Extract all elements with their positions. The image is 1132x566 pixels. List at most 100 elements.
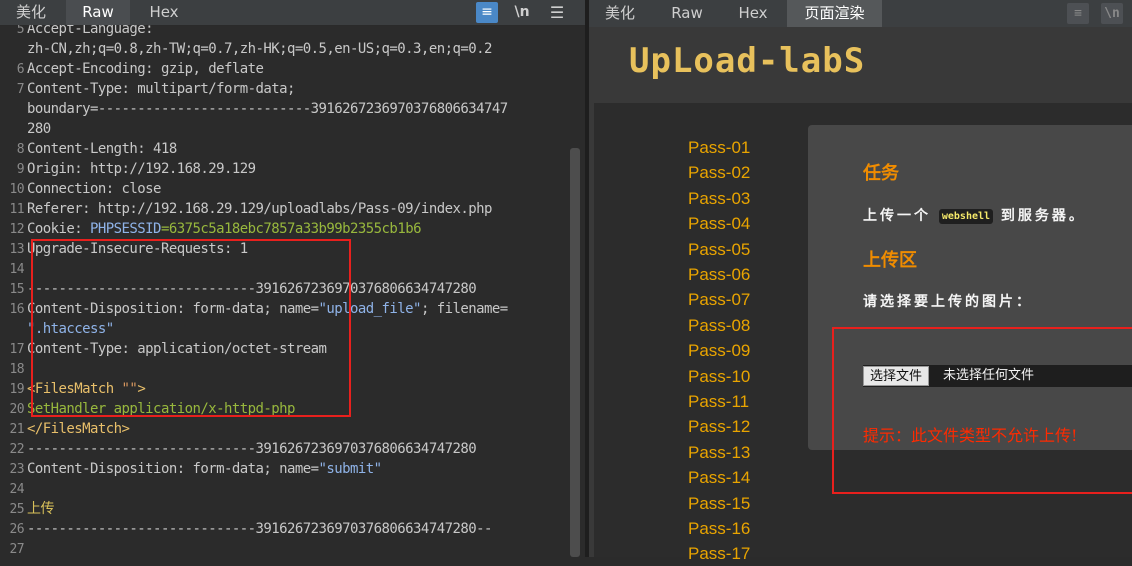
tab-raw[interactable]: Raw <box>66 0 130 25</box>
code-token: ; filename= <box>420 301 508 317</box>
code-text: Content-Type: multipart/form-data; <box>27 81 295 97</box>
code-line: 280 <box>0 119 570 139</box>
line-number: 17 <box>9 342 24 357</box>
code-line: 10 Connection: close <box>0 179 570 199</box>
pass-link-2[interactable]: Pass-02 <box>688 160 768 185</box>
pass-link-12[interactable]: Pass-12 <box>688 414 768 439</box>
code-text: 上传 <box>27 501 54 517</box>
webshell-code: webshell <box>938 208 994 224</box>
pass-link-1[interactable]: Pass-01 <box>688 135 768 160</box>
upload-prompt: 请选择要上传的图片： <box>863 294 1033 310</box>
code-line: 25 上传 <box>0 499 570 519</box>
task-text-after: 到服务器。 <box>1000 208 1086 224</box>
show-newlines-button[interactable]: \n <box>510 2 534 23</box>
code-line: 21 </FilesMatch> <box>0 419 570 439</box>
left-tab-bar: 美化 Raw Hex ≡ \n ☰ <box>0 0 585 26</box>
line-number: 20 <box>9 402 24 417</box>
task-heading: 任务 <box>863 163 899 184</box>
pass-link-8[interactable]: Pass-08 <box>688 313 768 338</box>
code-text: Origin: http://192.168.29.129 <box>27 161 256 177</box>
pass-link-16[interactable]: Pass-16 <box>688 516 768 541</box>
line-number: 13 <box>9 242 24 257</box>
code-line: 11 Referer: http://192.168.29.129/uploadl… <box>0 199 570 219</box>
code-line: 12 Cookie: PHPSESSID=6375c5a18ebc7857a33b… <box>0 219 570 239</box>
pass-link-13[interactable]: Pass-13 <box>688 440 768 465</box>
tab-render[interactable]: 页面渲染 <box>787 0 882 27</box>
code-line: boundary=---------------------------3916… <box>0 99 570 119</box>
tab-hex[interactable]: Hex <box>133 0 195 25</box>
code-token: Cookie: <box>27 221 91 237</box>
code-line: 23 Content-Disposition: form-data; name="… <box>0 459 570 479</box>
task-text-before: 上传一个 <box>863 208 931 224</box>
code-text: Content-Length: 418 <box>27 141 177 157</box>
code-text: -----------------------------39162672369… <box>27 441 477 457</box>
tab-pretty[interactable]: 美化 <box>0 0 62 25</box>
code-line: 5 Accept-Language: <box>0 25 570 39</box>
code-line: 22 -----------------------------391626723… <box>0 439 570 459</box>
pass-link-3[interactable]: Pass-03 <box>688 186 768 211</box>
line-number: 7 <box>16 82 25 97</box>
code-line: 8 Content-Length: 418 <box>0 139 570 159</box>
word-wrap-icon: ≡ <box>1067 3 1089 24</box>
line-number: 11 <box>9 202 24 217</box>
line-number: 16 <box>9 302 24 317</box>
word-wrap-icon[interactable]: ≡ <box>476 2 498 23</box>
line-number: 21 <box>9 422 24 437</box>
show-newlines-icon: \n <box>1101 3 1123 24</box>
line-number: 19 <box>9 382 24 397</box>
line-number: 22 <box>9 442 24 457</box>
line-number: 24 <box>9 482 24 497</box>
menu-icon[interactable]: ☰ <box>545 2 569 23</box>
line-number: 18 <box>9 362 24 377</box>
code-text: boundary=---------------------------3916… <box>27 101 508 117</box>
line-number: 27 <box>9 542 24 557</box>
code-text: 280 <box>27 121 51 137</box>
code-text: Referer: http://192.168.29.129/uploadlab… <box>27 201 492 217</box>
pass-link-11[interactable]: Pass-11 <box>688 389 768 414</box>
upload-labs-logo: UpLoad-labS <box>629 41 866 81</box>
code-text: </FilesMatch> <box>27 421 130 437</box>
code-line: 24 <box>0 479 570 499</box>
tab-hex-response[interactable]: Hex <box>723 0 783 27</box>
code-text: Accept-Encoding: gzip, deflate <box>27 61 264 77</box>
code-text: Connection: close <box>27 181 162 197</box>
code-line: zh-CN,zh;q=0.8,zh-TW;q=0.7,zh-HK;q=0.5,e… <box>0 39 570 59</box>
tab-pretty-response[interactable]: 美化 <box>589 0 651 27</box>
highlight-box-request <box>31 239 351 417</box>
line-number: 9 <box>16 162 25 177</box>
pass-link-5[interactable]: Pass-05 <box>688 237 768 262</box>
line-number: 10 <box>9 182 24 197</box>
line-number: 25 <box>9 502 24 517</box>
line-number: 12 <box>9 222 24 237</box>
pass-link-15[interactable]: Pass-15 <box>688 491 768 516</box>
line-number: 26 <box>9 522 24 537</box>
code-token: Content-Disposition: form-data; name= <box>27 461 319 477</box>
code-token: =6375c5a18ebc7857a33b99b2355cb1b6 <box>160 221 422 237</box>
pass-link-10[interactable]: Pass-10 <box>688 364 768 389</box>
code-text: -----------------------------39162672369… <box>27 521 492 537</box>
tab-raw-response[interactable]: Raw <box>656 0 718 27</box>
code-text: Accept-Language: <box>27 25 154 37</box>
line-number: 5 <box>16 25 25 37</box>
pass-link-6[interactable]: Pass-06 <box>688 262 768 287</box>
code-line: 7 Content-Type: multipart/form-data; <box>0 79 570 99</box>
pass-link-17[interactable]: Pass-17 <box>688 541 768 566</box>
line-number: 15 <box>9 282 24 297</box>
code-line: 27 <box>0 539 570 557</box>
code-line: 26 -----------------------------391626723… <box>0 519 570 539</box>
code-line: 9 Origin: http://192.168.29.129 <box>0 159 570 179</box>
line-number: 14 <box>9 262 24 277</box>
editor-scrollbar[interactable] <box>570 148 580 557</box>
right-tab-bar: 美化 Raw Hex 页面渲染 ≡ \n <box>589 0 1132 27</box>
line-number: 23 <box>9 462 24 477</box>
pass-link-9[interactable]: Pass-09 <box>688 338 768 363</box>
pass-link-7[interactable]: Pass-07 <box>688 287 768 312</box>
code-line: 6 Accept-Encoding: gzip, deflate <box>0 59 570 79</box>
line-number: 8 <box>16 142 25 157</box>
line-number: 6 <box>16 62 25 77</box>
pass-link-14[interactable]: Pass-14 <box>688 465 768 490</box>
code-token: PHPSESSID <box>90 221 161 237</box>
highlight-box-response <box>832 327 1132 494</box>
code-token: "submit" <box>318 461 383 477</box>
pass-link-4[interactable]: Pass-04 <box>688 211 768 236</box>
